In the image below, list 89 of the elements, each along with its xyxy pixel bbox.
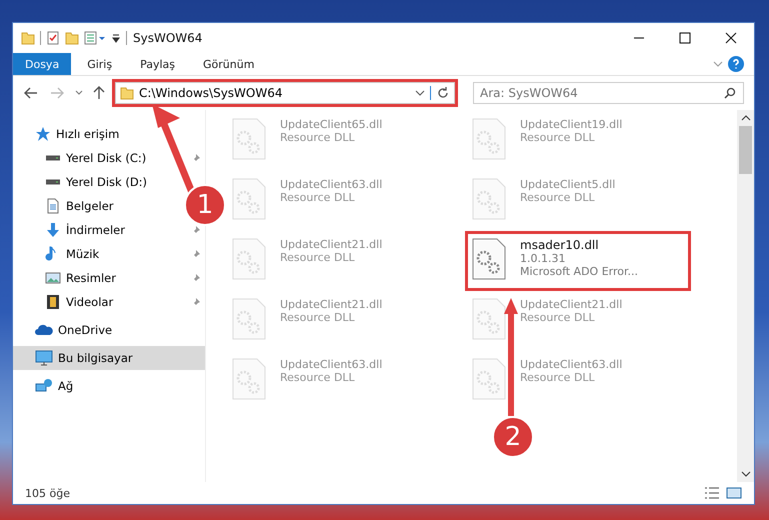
sidebar-label: Müzik [66, 247, 100, 261]
help-icon[interactable] [728, 56, 744, 72]
sidebar-item[interactable]: Yerel Disk (C:) [13, 146, 205, 170]
download-arrow-icon [45, 222, 61, 238]
film-icon [45, 294, 61, 310]
file-name: UpdateClient65.dll [280, 118, 382, 131]
sidebar-label: OneDrive [58, 323, 112, 337]
sidebar-item[interactable]: Yerel Disk (D:) [13, 170, 152, 194]
sidebar-label: İndirmeler [66, 223, 126, 237]
dll-file-icon [472, 118, 506, 160]
sidebar-label: Ağ [58, 379, 74, 393]
dll-file-icon [232, 298, 266, 340]
refresh-icon[interactable] [430, 86, 450, 100]
scroll-down-icon[interactable] [740, 470, 750, 478]
file-detail: Resource DLL [280, 191, 356, 204]
item-count: 105 öğe [25, 486, 70, 500]
folder-icon [120, 86, 134, 100]
file-detail: Resource DLL [520, 311, 596, 324]
file-detail: Resource DLL [520, 131, 596, 144]
sidebar-label: Resimler [66, 271, 117, 285]
file-name: UpdateClient19.dll [520, 118, 622, 131]
search-field[interactable]: Ara: SysWOW64 [473, 82, 744, 104]
sidebar-label: Bu bilgisayar [58, 351, 134, 365]
sidebar-item[interactable]: Bu bilgisayar [13, 346, 205, 370]
drive-icon [45, 155, 61, 161]
picture-icon [45, 270, 61, 286]
large-icons-view-icon[interactable] [726, 486, 742, 500]
drive-icon [45, 179, 61, 185]
search-icon [724, 87, 736, 99]
file-menu-tab[interactable]: Dosya [13, 53, 72, 75]
sidebar-item[interactable]: Ağ [13, 374, 78, 398]
ribbon-tab[interactable]: Görünüm [191, 53, 266, 75]
up-arrow-icon[interactable] [93, 86, 105, 100]
file-detail: 1.0.1.31 [520, 252, 566, 265]
file-name: UpdateClient5.dll [520, 178, 616, 191]
scrollbar[interactable] [737, 110, 754, 482]
document-icon [45, 198, 61, 214]
file-detail: Resource DLL [280, 311, 356, 324]
window-title: SysWOW64 [133, 31, 204, 45]
details-view-icon[interactable] [704, 486, 720, 500]
dll-file-icon [472, 178, 506, 220]
dll-file-icon [232, 358, 266, 400]
file-name: msader10.dll [520, 238, 600, 252]
properties-icon[interactable] [84, 31, 106, 45]
dll-file-icon [232, 238, 266, 280]
file-detail: Resource DLL [280, 251, 356, 264]
sidebar-label: Belgeler [66, 199, 114, 213]
file-name: UpdateClient21.dll [280, 238, 382, 251]
sidebar-label: Yerel Disk (C:) [66, 151, 148, 165]
dll-file-icon [232, 118, 266, 160]
network-icon [35, 378, 53, 394]
file-detail: Resource DLL [520, 371, 596, 384]
ribbon-tab[interactable]: Paylaş [128, 53, 187, 75]
file-name: UpdateClient63.dll [520, 358, 622, 371]
checklist-icon[interactable] [46, 31, 60, 45]
sidebar-label: Videolar [66, 295, 114, 309]
file-detail: Resource DLL [280, 131, 356, 144]
sidebar-item[interactable]: OneDrive [13, 318, 116, 342]
sidebar-label: Yerel Disk (D:) [66, 175, 148, 189]
ribbon-tab[interactable]: Giriş [75, 53, 124, 75]
file-detail: Resource DLL [280, 371, 356, 384]
dll-file-icon [472, 298, 506, 340]
scroll-up-icon[interactable] [740, 114, 750, 122]
dll-file-icon [472, 238, 506, 280]
file-name: UpdateClient21.dll [520, 298, 622, 311]
folder-icon [21, 31, 35, 45]
sidebar-item[interactable]: Müzik [13, 242, 205, 266]
sidebar-item[interactable]: Belgeler [13, 194, 118, 218]
back-arrow-icon[interactable] [23, 86, 39, 100]
file-name: UpdateClient63.dll [280, 358, 382, 371]
scrollbar-thumb[interactable] [739, 126, 752, 174]
address-bar[interactable]: C:\Windows\SysWOW64 [115, 82, 455, 104]
sidebar-item[interactable]: Videolar [13, 290, 205, 314]
sidebar-item[interactable]: Hızlı erişim [13, 122, 124, 146]
address-path: C:\Windows\SysWOW64 [139, 86, 284, 100]
sidebar-item[interactable]: Resimler [13, 266, 205, 290]
cloud-icon [35, 324, 53, 336]
sidebar-label: Hızlı erişim [56, 127, 120, 141]
chevron-down-icon[interactable] [75, 89, 83, 97]
file-detail: Microsoft ADO Error... [520, 265, 638, 278]
monitor-icon [35, 350, 53, 366]
dll-file-icon [232, 178, 266, 220]
file-item[interactable]: msader10.dll 1.0.1.31 Microsoft ADO Error... [468, 234, 688, 288]
file-name: UpdateClient63.dll [280, 178, 382, 191]
file-name: UpdateClient21.dll [280, 298, 382, 311]
file-detail: Resource DLL [520, 191, 596, 204]
chevron-down-icon[interactable] [415, 88, 425, 98]
star-icon [35, 126, 51, 142]
dll-file-icon [472, 358, 506, 400]
